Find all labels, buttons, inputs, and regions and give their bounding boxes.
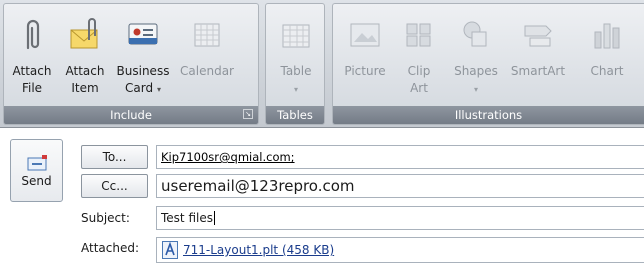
subject-label: Subject: xyxy=(81,211,130,225)
calendar-button[interactable]: Calendar xyxy=(176,4,238,108)
picture-button[interactable]: Picture xyxy=(337,4,393,108)
clip-art-icon xyxy=(406,23,431,47)
clip-art-label-2: Art xyxy=(410,81,428,95)
chart-label: Chart xyxy=(590,64,624,78)
attach-item-button[interactable]: Attach Item xyxy=(62,4,108,108)
smartart-button[interactable]: SmartArt xyxy=(505,4,571,108)
shapes-label: Shapes xyxy=(454,64,498,78)
group-illustrations: Picture Clip Art Shapes ▾ SmartArt Chart… xyxy=(332,3,644,125)
attachment-link[interactable]: 711-Layout1.plt (458 KB) xyxy=(183,239,334,261)
chevron-down-icon: ▾ xyxy=(293,85,298,94)
table-button[interactable]: Table ▾ xyxy=(270,4,322,108)
to-button[interactable]: To... xyxy=(81,145,148,169)
subject-value: Test files xyxy=(161,211,213,225)
autocad-file-icon xyxy=(162,241,178,259)
attach-file-button[interactable]: Attach File xyxy=(8,4,56,108)
business-card-icon xyxy=(128,23,158,45)
picture-label: Picture xyxy=(344,64,386,78)
business-card-button[interactable]: Business Card ▾ xyxy=(112,4,174,108)
calendar-icon xyxy=(194,23,220,47)
cc-button[interactable]: Cc... xyxy=(81,174,148,198)
cc-recipient: useremail@123repro.com xyxy=(161,177,355,195)
ribbon: Attach File Attach Item Business Card ▾ xyxy=(0,0,644,128)
attach-file-label: Attach xyxy=(12,64,52,78)
group-include-footer: Include ↘ xyxy=(4,106,258,124)
group-tables-label: Tables xyxy=(277,108,313,122)
attach-item-label: Attach xyxy=(65,64,105,78)
table-label: Table xyxy=(280,64,312,78)
clip-art-label: Clip xyxy=(407,64,431,78)
shapes-icon xyxy=(463,21,487,47)
dialog-launcher-icon[interactable]: ↘ xyxy=(243,109,253,119)
business-card-label-2: Card xyxy=(125,81,154,95)
paperclip-icon xyxy=(26,19,40,50)
calendar-label: Calendar xyxy=(180,64,234,78)
to-recipient[interactable]: Kip7100sr@qmial.com; xyxy=(161,150,295,164)
group-tables: Table ▾ Tables xyxy=(265,3,325,125)
attach-file-label-2: File xyxy=(21,81,43,95)
cc-field[interactable]: useremail@123repro.com xyxy=(156,174,644,198)
shapes-button[interactable]: Shapes ▾ xyxy=(451,4,501,108)
text-cursor xyxy=(213,211,215,225)
group-illustrations-label: Illustrations xyxy=(454,108,523,122)
envelope-paperclip-icon xyxy=(70,18,98,49)
chevron-down-icon: ▾ xyxy=(473,85,478,94)
group-illustrations-footer: Illustrations xyxy=(333,106,644,124)
group-include-label: Include xyxy=(110,108,152,122)
subject-field[interactable]: Test files xyxy=(156,206,644,230)
group-tables-footer: Tables xyxy=(266,106,324,124)
chart-icon xyxy=(594,23,620,49)
to-field[interactable]: Kip7100sr@qmial.com; xyxy=(156,145,644,169)
attach-item-label-2: Item xyxy=(71,81,99,95)
smartart-label: SmartArt xyxy=(510,64,566,78)
attached-field[interactable]: 711-Layout1.plt (458 KB) xyxy=(156,237,644,263)
chevron-down-icon: ▾ xyxy=(156,85,161,94)
picture-icon xyxy=(350,23,380,47)
chart-button[interactable]: Chart xyxy=(579,4,635,108)
send-envelope-icon xyxy=(27,155,47,171)
group-include: Attach File Attach Item Business Card ▾ xyxy=(3,3,259,125)
attached-label: Attached: xyxy=(81,241,140,255)
business-card-label: Business xyxy=(116,64,170,78)
send-label: Send xyxy=(21,174,52,188)
send-button[interactable]: Send xyxy=(10,139,63,202)
smartart-icon xyxy=(524,25,552,47)
clip-art-button[interactable]: Clip Art xyxy=(401,4,437,108)
table-icon xyxy=(282,24,310,48)
